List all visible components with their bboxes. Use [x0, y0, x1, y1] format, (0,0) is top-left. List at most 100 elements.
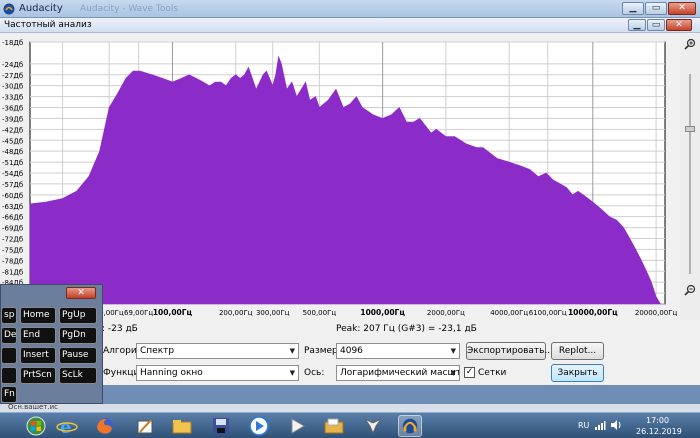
media-player-icon[interactable]: [247, 415, 271, 437]
key-fn[interactable]: Fn: [1, 386, 17, 403]
key-pgdn[interactable]: PgDn: [59, 327, 97, 344]
algorithm-select[interactable]: Спектр ▼: [136, 343, 299, 359]
dropdown-arrow-icon: ▼: [450, 347, 456, 355]
background-window-title: Audacity - Wave Tools: [80, 4, 179, 14]
save-disk-icon[interactable]: [209, 415, 233, 437]
dropdown-arrow-icon: ▼: [289, 369, 295, 377]
zoom-slider-thumb[interactable]: [685, 126, 695, 132]
y-tick-label: -30Дб: [2, 83, 23, 91]
y-tick-label: -57Дб: [2, 181, 23, 189]
y-tick-label: -24Дб: [2, 61, 23, 69]
maximize-icon: ▭: [651, 20, 661, 30]
y-tick-label: -39Дб: [2, 115, 23, 123]
x-tick-label: 4000,00Гц: [490, 309, 528, 317]
key-pause[interactable]: Pause: [59, 347, 97, 364]
axis-label: Ось:: [304, 368, 325, 378]
key-blank-2[interactable]: [1, 367, 17, 384]
y-tick-label: -78Дб: [2, 257, 23, 265]
firefox-icon[interactable]: [93, 415, 117, 437]
dialog-minimize-button[interactable]: ▁: [628, 19, 646, 31]
minimize-button[interactable]: ▁: [622, 2, 644, 15]
key-pgup[interactable]: PgUp: [59, 307, 97, 324]
y-tick-label: -54Дб: [2, 170, 23, 178]
app-title-bar: Audacity Audacity - Wave Tools ▁ ▭ ✕: [0, 0, 700, 18]
maximize-icon: ▭: [651, 3, 661, 13]
y-tick-label: -81Дб: [2, 268, 23, 276]
x-tick-label: 200,00Гц: [219, 309, 253, 317]
key-del[interactable]: Del: [1, 327, 17, 344]
y-tick-label: -18Дб: [2, 39, 23, 47]
x-tick-label: 1000,00Гц: [360, 308, 405, 317]
x-tick-label: 100,00Гц: [153, 308, 193, 317]
vlc-fox-icon[interactable]: [361, 415, 385, 437]
start-button-icon[interactable]: [24, 415, 48, 437]
clock-date[interactable]: 26.12.2019: [636, 427, 682, 436]
y-tick-label: -75Дб: [2, 246, 23, 254]
key-backspace[interactable]: sp: [1, 307, 17, 324]
x-tick-label: 500,00Гц: [303, 309, 337, 317]
on-screen-keyboard: ✕ sp Home PgUp Del End PgDn Insert Pause…: [0, 284, 103, 404]
network-icon[interactable]: [594, 419, 606, 431]
windows-explorer-icon[interactable]: [170, 415, 194, 437]
keyboard-close-button[interactable]: ✕: [66, 287, 96, 299]
audacity-logo-icon: [3, 3, 15, 15]
vertical-zoom-panel: [680, 34, 700, 320]
audacity-taskbar-icon[interactable]: [398, 415, 422, 437]
dialog-title: Частотный анализ: [4, 20, 92, 30]
key-sclk[interactable]: ScLk: [59, 367, 97, 384]
svg-text:e: e: [60, 417, 71, 437]
export-button[interactable]: Экспортировать...: [466, 342, 553, 360]
dialog-maximize-button[interactable]: ▭: [647, 19, 665, 31]
folder-documents-icon[interactable]: [322, 415, 346, 437]
key-home[interactable]: Home: [20, 307, 56, 324]
language-indicator[interactable]: RU: [578, 421, 589, 430]
volume-icon[interactable]: [610, 419, 622, 431]
y-tick-label: -45Дб: [2, 137, 23, 145]
minimize-icon: ▁: [629, 3, 637, 13]
y-tick-label: -72Дб: [2, 236, 23, 244]
y-tick-label: -69Дб: [2, 225, 23, 233]
background-window-strip: Осн.вашет.ис: [0, 403, 700, 412]
internet-explorer-icon[interactable]: e: [55, 415, 79, 437]
zoom-slider-track[interactable]: [689, 74, 691, 274]
peak-readout: Peak: 207 Гц (G#3) = -23,1 дБ: [336, 324, 477, 334]
grid-checkbox-label: Сетки: [478, 368, 507, 378]
function-select[interactable]: Hanning окно ▼: [136, 365, 299, 381]
key-blank-1[interactable]: [1, 347, 17, 364]
zoom-in-icon[interactable]: [684, 38, 696, 50]
clock-time[interactable]: 17:00: [646, 416, 669, 425]
taskbar: e RU 17:00 26.12.2019: [0, 412, 700, 438]
grid-checkbox[interactable]: ✓: [464, 367, 475, 378]
background-window-text: Осн.вашет.ис: [8, 403, 58, 411]
readout-row: : -23 дБ Peak: 207 Гц (G#3) = -23,1 дБ: [0, 320, 700, 338]
spectrum-plot[interactable]: -18Дб -24Дб -27Дб -30Дб -33Дб -36Дб -39Дб -42Дб…: [0, 34, 700, 320]
key-insert[interactable]: Insert: [20, 347, 56, 364]
zoom-out-icon[interactable]: [684, 284, 696, 296]
y-tick-label: -63Дб: [2, 203, 23, 211]
x-tick-label: 69,00Гц: [124, 309, 153, 317]
axis-select[interactable]: Логарифмический масштаб ▼: [336, 365, 460, 381]
play-triangle-icon[interactable]: [285, 415, 309, 437]
dropdown-arrow-icon: ▼: [450, 369, 456, 377]
key-prtscn[interactable]: PrtScn: [20, 367, 56, 384]
close-icon: ✕: [675, 20, 683, 30]
maximize-button[interactable]: ▭: [645, 2, 667, 15]
dialog-close-button[interactable]: ✕: [666, 19, 692, 31]
y-tick-label: -36Дб: [2, 105, 23, 113]
algorithm-value: Спектр: [140, 346, 175, 356]
replot-button[interactable]: Replot...: [551, 342, 604, 360]
y-tick-label: -66Дб: [2, 214, 23, 222]
y-tick-label: -42Дб: [2, 126, 23, 134]
x-tick-label: 2000,00Гц: [427, 309, 465, 317]
close-button[interactable]: ✕: [668, 2, 696, 15]
close-icon: ✕: [678, 3, 686, 13]
y-tick-label: -51Дб: [2, 159, 23, 167]
close-dialog-button[interactable]: Закрыть: [551, 364, 604, 382]
x-tick-label: 10000,00Гц: [568, 308, 618, 317]
minimize-icon: ▁: [633, 20, 641, 30]
key-end[interactable]: End: [20, 327, 56, 344]
close-icon: ✕: [77, 288, 85, 298]
paint-brush-icon[interactable]: [133, 415, 157, 437]
y-tick-label: -33Дб: [2, 94, 23, 102]
size-select[interactable]: 4096 ▼: [336, 343, 460, 359]
